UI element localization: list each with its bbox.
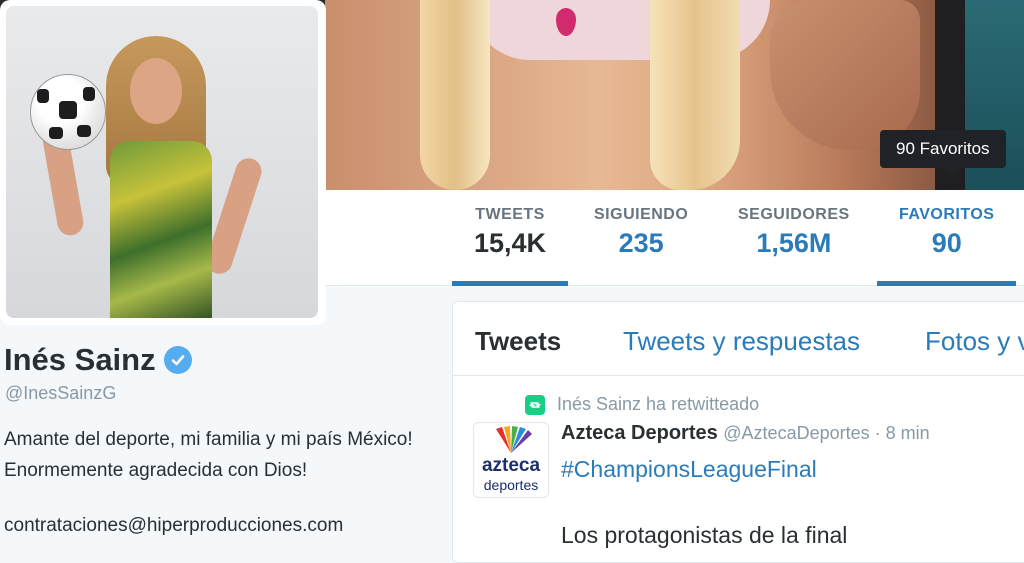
ball-patch (59, 101, 77, 119)
azteca-logo-icon (496, 426, 532, 453)
profile-handle[interactable]: @InesSainzG (5, 383, 116, 404)
tab-tweets-replies[interactable]: Tweets y respuestas (623, 326, 860, 357)
timeline-tabs: Tweets Tweets y respuestas Fotos y v (453, 302, 1024, 376)
verified-badge-icon (163, 346, 192, 374)
stat-followers-label: SEGUIDORES (738, 206, 850, 223)
banner-hair-left (420, 0, 490, 190)
stat-favorites[interactable]: FAVORITOS 90 (877, 206, 1017, 286)
profile-name-row: Inés Sainz (4, 342, 192, 378)
tab-photos-videos[interactable]: Fotos y v (925, 326, 1024, 357)
stat-followers-value: 1,56M (756, 228, 832, 258)
stat-followers[interactable]: SEGUIDORES 1,56M (738, 206, 850, 259)
profile-avatar-frame (0, 0, 326, 325)
tweet-text: Los protagonistas de la final (561, 522, 848, 548)
avatar-arm-right (203, 154, 265, 278)
stat-tweets[interactable]: TWEETS 15,4K (452, 206, 569, 286)
stat-following-value: 235 (618, 228, 664, 258)
ball-patch (77, 125, 91, 137)
soccer-ball-icon (30, 74, 106, 150)
avatar-dress (110, 141, 212, 318)
tweet-author-meta[interactable]: @AztecaDeportes · 8 min (723, 423, 929, 443)
stat-following[interactable]: SIGUIENDO 235 (594, 206, 688, 259)
stat-tweets-underline (452, 281, 569, 286)
profile-bio-email: contrataciones@hiperproducciones.com (4, 515, 344, 536)
profile-avatar[interactable] (6, 6, 318, 318)
ball-patch (49, 127, 63, 139)
stat-tweets-label: TWEETS (475, 206, 545, 223)
favorites-tooltip: 90 Favoritos (880, 130, 1006, 176)
tab-tweets[interactable]: Tweets (475, 326, 561, 357)
stat-following-label: SIGUIENDO (594, 206, 689, 223)
profile-name[interactable]: Inés Sainz (4, 342, 156, 378)
tweet-avatar-brand-line1: azteca (481, 455, 541, 476)
tweet-hashtag-link[interactable]: #ChampionsLeagueFinal (561, 456, 817, 483)
stat-tweets-value: 15,4K (474, 228, 547, 258)
retweet-icon (525, 394, 545, 415)
timeline-card: Tweets Tweets y respuestas Fotos y v Iné… (452, 301, 1024, 563)
tweet-header: Azteca Deportes @AztecaDeportes · 8 min (561, 422, 930, 445)
banner-hair-right (650, 0, 740, 190)
tweet-author-name[interactable]: Azteca Deportes (561, 422, 718, 444)
retweet-context-text: Inés Sainz ha retwitteado (557, 394, 760, 414)
retweet-context: Inés Sainz ha retwitteado (525, 394, 759, 415)
tweet-author-avatar[interactable]: azteca deportes (473, 422, 549, 498)
stat-favorites-value: 90 (931, 228, 962, 258)
ball-patch (37, 89, 49, 103)
avatar-face (130, 58, 182, 124)
tweet-avatar-brand-line2: deportes (483, 477, 539, 493)
stat-favorites-underline (877, 281, 1017, 286)
ball-patch (83, 87, 95, 101)
stat-favorites-label: FAVORITOS (899, 206, 995, 223)
profile-bio: Amante del deporte, mi familia y mi país… (4, 429, 413, 481)
